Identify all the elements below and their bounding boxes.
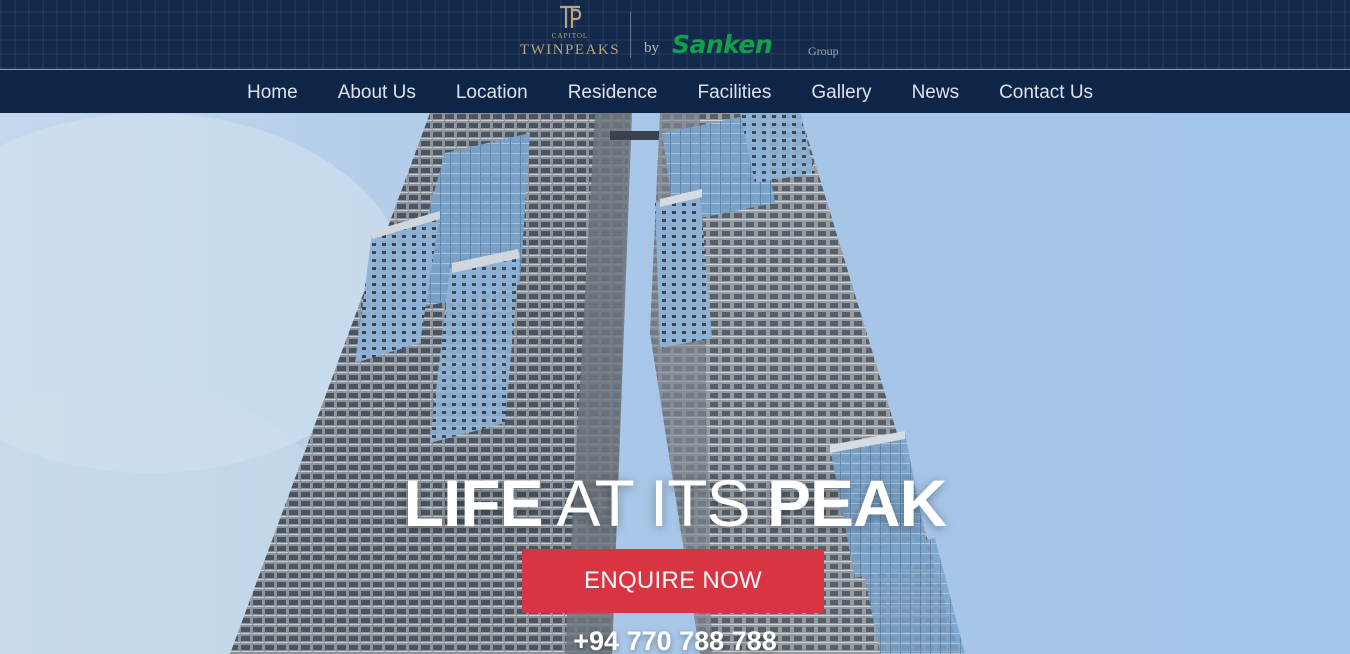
hero-banner: LIFE AT ITS PEAK ENQUIRE NOW +94 770 788… <box>0 113 1350 654</box>
nav-item-contact-us[interactable]: Contact Us <box>999 71 1093 113</box>
logo-divider <box>630 12 631 58</box>
brand-logo[interactable]: CAPITOL TWINPEAKS by Sanken Group <box>518 4 848 64</box>
developer-logo-text: Sanken <box>672 30 773 59</box>
main-nav: Home About Us Location Residence Facilit… <box>0 71 1350 113</box>
brand-capitol-text: CAPITOL <box>551 32 589 40</box>
hero-phone-number[interactable]: +94 770 788 788 <box>0 626 1350 654</box>
nav-item-about-us[interactable]: About Us <box>338 71 416 113</box>
nav-item-location[interactable]: Location <box>456 71 528 113</box>
hero-headline: LIFE AT ITS PEAK <box>0 465 1350 541</box>
site-header: CAPITOL TWINPEAKS by Sanken Group <box>0 0 1350 70</box>
headline-word-life: LIFE <box>403 466 544 540</box>
brand-by-text: by <box>644 40 659 56</box>
headline-word-peak: PEAK <box>766 466 947 540</box>
nav-item-residence[interactable]: Residence <box>568 71 658 113</box>
twinpeaks-monogram-icon <box>560 5 582 28</box>
brand-name-text: TWINPEAKS <box>519 42 621 58</box>
nav-item-facilities[interactable]: Facilities <box>697 71 771 113</box>
nav-item-gallery[interactable]: Gallery <box>811 71 871 113</box>
nav-item-news[interactable]: News <box>912 71 960 113</box>
nav-item-home[interactable]: Home <box>247 71 298 113</box>
headline-word-at-its: AT ITS <box>542 466 767 540</box>
developer-suffix-text: Group <box>808 44 839 58</box>
nav-list: Home About Us Location Residence Facilit… <box>247 71 1093 113</box>
enquire-now-button[interactable]: ENQUIRE NOW <box>522 549 824 613</box>
